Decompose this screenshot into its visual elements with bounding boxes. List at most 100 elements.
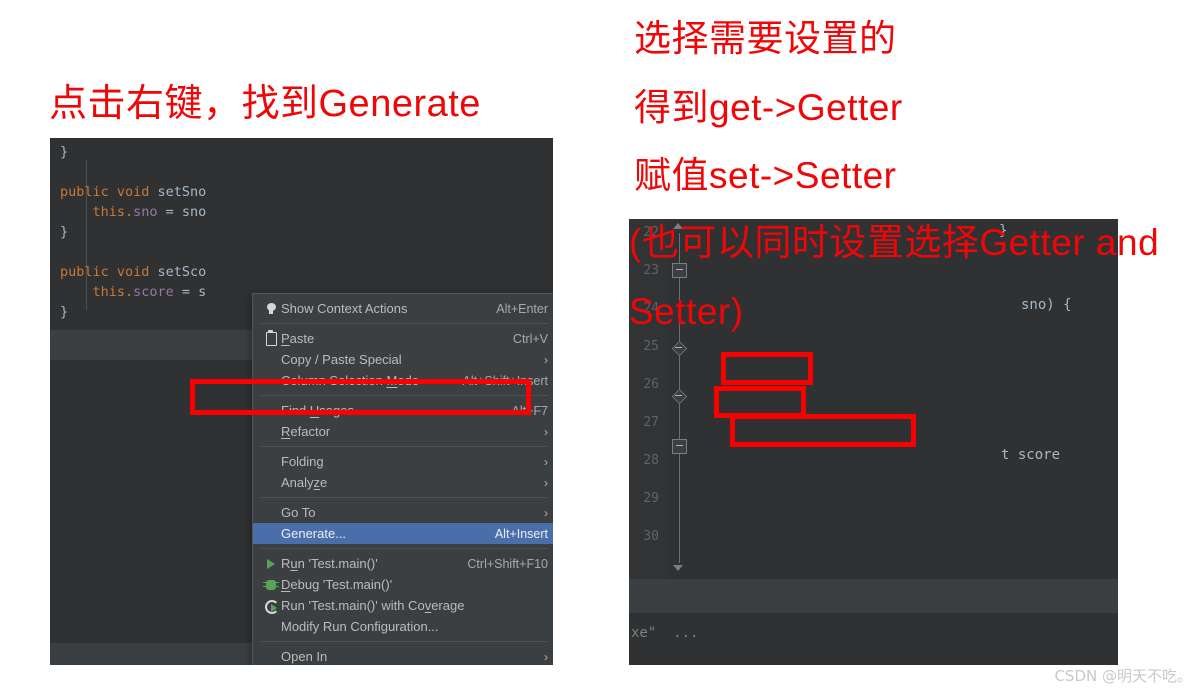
context-menu-item[interactable]: Copy / Paste Special ›: [253, 349, 553, 370]
annotation-right-line-2: 得到get->Getter: [634, 87, 903, 128]
chevron-right-icon: ›: [544, 505, 548, 520]
screenshot-root: 点击右键，找到Generate 选择需要设置的 得到get->Getter 赋值…: [0, 0, 1202, 692]
lightbulb-icon: [261, 301, 281, 317]
fold-collapse-icon-2[interactable]: [671, 340, 688, 357]
code-line: }: [60, 144, 68, 160]
highlight-box-getter-and-setter: [730, 414, 916, 447]
csdn-watermark: CSDN @明天不吃。: [1054, 667, 1192, 685]
menu-item-label: Modify Run Configuration...: [281, 619, 439, 634]
line-number: 30: [643, 529, 659, 544]
context-menu-item[interactable]: Debug 'Test.main()': [253, 574, 553, 595]
code-line: }: [60, 224, 68, 240]
menu-item-label: Open In: [281, 649, 328, 664]
chevron-right-icon: ›: [544, 649, 548, 664]
code-folding-column[interactable]: [671, 221, 688, 573]
menu-separator: [261, 323, 548, 324]
code-token: }: [60, 224, 69, 240]
line-number: 23: [643, 263, 659, 278]
highlight-box-getter: [721, 352, 813, 385]
no-icon: [261, 475, 281, 491]
no-icon: [261, 649, 281, 665]
code-line: this.sno = sno: [60, 204, 207, 220]
code-fragment: t score: [1001, 447, 1061, 463]
line-number: 25: [643, 339, 659, 354]
context-menu-item[interactable]: Run 'Test.main()' Ctrl+Shift+F10: [253, 553, 553, 574]
line-number: 27: [643, 415, 659, 430]
annotation-right-line-3: 赋值set->Setter: [634, 155, 897, 196]
context-menu-item[interactable]: Analyze ›: [253, 472, 553, 493]
annotation-right-line-4: (也可以同时设置选择Getter and: [629, 222, 1160, 263]
annotation-right-line-5: Setter): [629, 291, 744, 332]
no-icon: [261, 424, 281, 440]
menu-separator: [261, 548, 548, 549]
menu-separator: [261, 497, 548, 498]
no-icon: [261, 454, 281, 470]
code-token: sno: [133, 204, 158, 220]
chevron-right-icon: ›: [544, 424, 548, 439]
menu-item-shortcut: Ctrl+V: [512, 331, 548, 346]
chevron-right-icon: ›: [544, 475, 548, 490]
clipboard-icon: [261, 329, 281, 347]
line-number: 29: [643, 491, 659, 506]
code-token: public void: [60, 184, 158, 200]
annotation-right-line-1: 选择需要设置的: [634, 18, 897, 59]
code-line: public void setSno: [60, 184, 206, 200]
play-icon: [261, 556, 281, 572]
menu-item-shortcut: Alt+Enter: [496, 301, 548, 316]
context-menu-item[interactable]: Paste Ctrl+V: [253, 328, 553, 349]
menu-item-label: Run 'Test.main()' with Coverage: [281, 598, 465, 613]
code-line: public void setSco: [60, 264, 206, 280]
fold-collapse-icon-1[interactable]: [672, 263, 687, 278]
code-token: }: [60, 144, 69, 160]
fold-collapse-icon-4[interactable]: [672, 439, 687, 454]
chevron-right-icon: ›: [544, 352, 548, 367]
menu-item-label: Paste: [281, 331, 315, 346]
annotation-left-text: 点击右键，找到Generate: [49, 83, 481, 125]
context-menu-item[interactable]: Modify Run Configuration...: [253, 616, 553, 637]
menu-item-label: Refactor: [281, 424, 331, 439]
highlight-box-generate: [190, 379, 531, 415]
menu-item-label: Copy / Paste Special: [281, 352, 402, 367]
right-console-area: xe" ...: [629, 613, 1118, 665]
code-token: this.: [60, 204, 134, 220]
menu-item-label: Analyze: [281, 475, 328, 490]
context-menu-item[interactable]: Show Context Actions Alt+Enter: [253, 298, 553, 319]
menu-item-label: Generate...: [281, 526, 347, 541]
line-number: 28: [643, 453, 659, 468]
context-menu-item[interactable]: Refactor ›: [253, 421, 553, 442]
context-menu-item[interactable]: Open In ›: [253, 646, 553, 665]
code-fragment: sno) {: [1021, 297, 1072, 313]
code-token: = s: [173, 284, 207, 300]
code-token: this.: [60, 284, 134, 300]
context-menu-item[interactable]: Generate... Alt+Insert: [253, 523, 553, 544]
no-icon: [261, 352, 281, 368]
menu-separator: [261, 446, 548, 447]
menu-item-label: Debug 'Test.main()': [281, 577, 393, 592]
menu-item-shortcut: Alt+Insert: [494, 526, 548, 541]
code-line: }: [60, 304, 68, 320]
line-number-gutter: 22 23 24 25 26 27 28 29 30: [629, 219, 667, 579]
context-menu-item[interactable]: Go To ›: [253, 502, 553, 523]
bug-icon: [261, 577, 281, 593]
right-editor-divider-strip: [629, 579, 1118, 613]
menu-separator: [261, 641, 548, 642]
code-token: setSco: [157, 264, 207, 280]
context-menu-item[interactable]: Folding ›: [253, 451, 553, 472]
code-token: public void: [60, 264, 158, 280]
code-token: }: [60, 304, 69, 320]
editor-context-menu[interactable]: Show Context Actions Alt+Enter Paste Ctrl+V…: [252, 293, 553, 665]
line-number: 26: [643, 377, 659, 392]
fold-collapse-icon-3[interactable]: [671, 388, 688, 405]
no-icon: [261, 619, 281, 635]
coverage-icon: [261, 598, 281, 614]
menu-item-label: Show Context Actions: [281, 301, 408, 316]
code-token: score: [133, 284, 174, 300]
menu-item-shortcut: Ctrl+Shift+F10: [467, 556, 548, 571]
code-token: setSno: [157, 184, 207, 200]
console-output-text: xe" ...: [631, 625, 699, 641]
fold-chevron-down-icon[interactable]: [673, 565, 683, 571]
context-menu-item[interactable]: Run 'Test.main()' with Coverage: [253, 595, 553, 616]
code-token: = sno: [157, 204, 207, 220]
menu-item-label: Run 'Test.main()': [281, 556, 378, 571]
chevron-right-icon: ›: [544, 454, 548, 469]
